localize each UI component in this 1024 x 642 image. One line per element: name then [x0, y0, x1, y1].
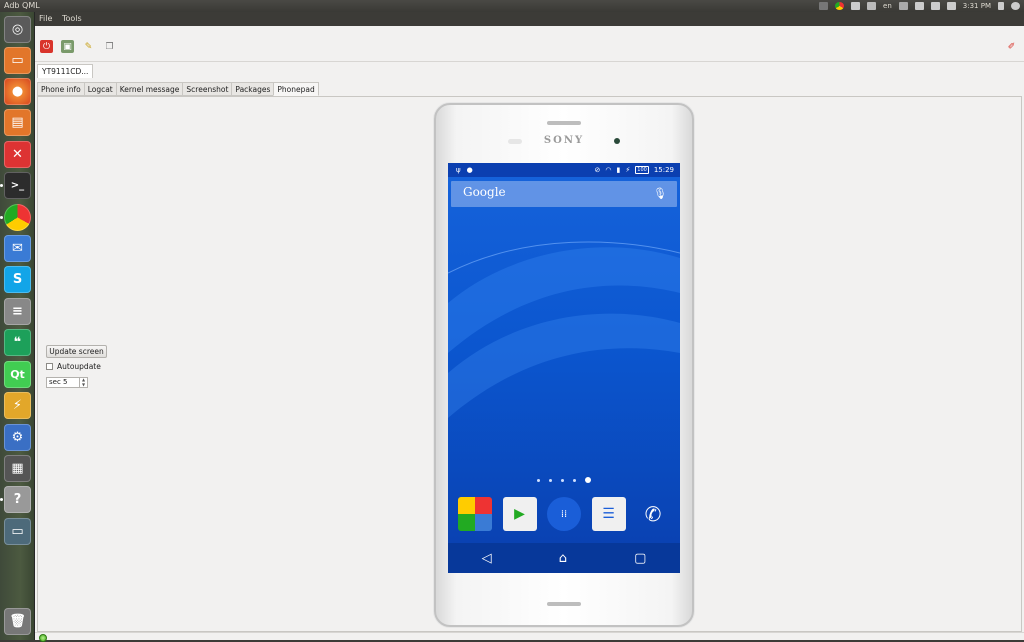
page-dot [537, 478, 540, 482]
system-top-panel: Adb QML en 3:31 PM [0, 0, 1024, 12]
volume-icon[interactable] [946, 2, 956, 10]
running-indicator [0, 498, 3, 501]
update-screen-button[interactable]: Update screen [46, 345, 107, 358]
status-bar [35, 632, 1024, 642]
phone-frame: SONY ψ ● ⊘ ◠ ▮ ⚡ 100 15:29 Google 🎙 ▶ ⁞⁞… [434, 103, 694, 627]
workspace-icon[interactable]: ▭ [4, 518, 31, 545]
google-apps-icon[interactable] [458, 497, 492, 531]
chrome-tray-icon[interactable] [835, 2, 845, 10]
autoupdate-label: Autoupdate [57, 362, 101, 371]
page-dot [561, 478, 564, 482]
google-label: Google [463, 185, 506, 199]
page-dot [573, 478, 576, 482]
window-title: Adb QML [4, 1, 40, 10]
user-icon[interactable] [998, 2, 1004, 10]
menu-file[interactable]: File [39, 14, 52, 23]
running-indicator [0, 216, 3, 219]
app-drawer-icon[interactable]: ⁞⁞ [547, 497, 581, 531]
terminal-icon[interactable]: >_ [4, 172, 31, 199]
screenshot-icon[interactable]: ▣ [61, 40, 74, 53]
phonepad-panel: Update screen Autoupdate sec 5 ▲▼ SONY [37, 96, 1022, 632]
launcher: ◎ ▭ ● ▤ ✕ >_ ✉ S ≡ ❝ Qt ⚡ ⚙ ▦ ? ▭ 🗑 [0, 12, 35, 640]
notification-icon: ● [466, 166, 473, 174]
help-icon[interactable]: ? [4, 486, 31, 513]
network-icon[interactable] [898, 2, 908, 10]
qt-creator-icon[interactable]: Qt [4, 361, 31, 388]
system-tools-icon[interactable]: ✕ [4, 141, 31, 168]
keyboard-layout[interactable]: en [883, 0, 892, 12]
phone-brand: SONY [543, 135, 585, 146]
microphone-icon[interactable]: 🎙 [653, 187, 667, 200]
tab-packages[interactable]: Packages [231, 82, 274, 96]
usb-icon: ψ [456, 166, 461, 174]
charging-icon: ⚡ [625, 166, 631, 174]
running-indicator [0, 184, 3, 187]
front-camera [614, 138, 620, 144]
recents-icon[interactable]: ▢ [634, 551, 646, 566]
page-dot [549, 478, 552, 482]
tab-bar: Phone info Logcat Kernel message Screens… [37, 82, 319, 96]
connection-status-icon [39, 634, 47, 642]
hangouts-icon[interactable]: ❝ [4, 329, 31, 356]
app-window: File Tools ⏻ ▣ ✎ ❐ ✐ YT9111CD... Phone i… [35, 12, 1024, 642]
power-icon[interactable]: ⏻ [40, 40, 53, 53]
device-tab[interactable]: YT9111CD... [37, 64, 94, 78]
play-store-icon[interactable]: ▶ [502, 497, 537, 531]
eraser-icon[interactable]: ✐ [1005, 40, 1018, 53]
menubar: File Tools [35, 12, 1024, 26]
bottom-speaker [547, 602, 581, 606]
tab-kernel-message[interactable]: Kernel message [115, 82, 183, 96]
autoupdate-checkbox[interactable]: Autoupdate [46, 362, 101, 371]
settings-icon[interactable]: ⚙ [4, 424, 31, 451]
no-sim-icon: ⊘ [594, 166, 601, 174]
messaging-icon[interactable]: ☰ [591, 497, 626, 531]
app-dock: ▶ ⁞⁞ ☰ ✆ [458, 497, 670, 533]
clock[interactable]: 3:31 PM [963, 0, 991, 12]
calculator-icon[interactable]: ▦ [4, 455, 31, 482]
menu-tools[interactable]: Tools [62, 14, 82, 23]
transfer-icon[interactable] [930, 2, 940, 10]
trash-icon[interactable]: 🗑 [4, 608, 31, 635]
tab-phonepad[interactable]: Phonepad [273, 82, 319, 96]
toolbar: ⏻ ▣ ✎ ❐ ✐ [35, 26, 1024, 62]
back-icon[interactable]: ◁ [482, 551, 492, 566]
system-tray: en 3:31 PM [819, 0, 1020, 12]
tab-phone-info[interactable]: Phone info [37, 82, 84, 96]
android-nav-bar: ◁ ⌂ ▢ [448, 543, 680, 573]
wifi-icon: ◠ [605, 166, 612, 174]
home-page-indicator [448, 477, 680, 483]
google-search-bar[interactable]: Google 🎙 [451, 181, 677, 207]
cloud-icon[interactable] [851, 2, 861, 10]
software-center-icon[interactable]: ▤ [4, 109, 31, 136]
page-dot-active [585, 477, 591, 483]
storage-icon[interactable]: ≡ [4, 298, 31, 325]
clean-icon[interactable]: ✎ [82, 40, 95, 53]
tab-logcat[interactable]: Logcat [83, 82, 116, 96]
keyboard-icon[interactable] [867, 2, 877, 10]
checkbox-box[interactable] [46, 363, 53, 370]
status-time: 15:29 [653, 166, 674, 174]
chrome-icon[interactable] [4, 204, 31, 231]
files-icon[interactable]: ▭ [4, 47, 31, 74]
gear-icon[interactable] [1011, 2, 1020, 10]
indicator-app-icon[interactable] [819, 2, 829, 10]
battery-level: 100 [635, 166, 649, 174]
ubuntu-dash-icon[interactable]: ◎ [4, 16, 31, 43]
earpiece [547, 121, 581, 125]
tab-screenshot[interactable]: Screenshot [182, 82, 232, 96]
thunderbird-icon[interactable]: ✉ [4, 235, 31, 262]
interval-value: sec 5 [49, 378, 68, 386]
flash-icon[interactable]: ⚡ [4, 392, 31, 419]
home-icon[interactable]: ⌂ [559, 551, 567, 566]
android-status-bar: ψ ● ⊘ ◠ ▮ ⚡ 100 15:29 [448, 163, 680, 177]
mail-icon[interactable] [914, 2, 924, 10]
copy-icon[interactable]: ❐ [103, 40, 116, 53]
firefox-icon[interactable]: ● [4, 78, 31, 105]
interval-spinbox[interactable]: sec 5 ▲ ▼ [46, 377, 88, 388]
phone-dialer-icon[interactable]: ✆ [636, 497, 670, 531]
signal-icon: ▮ [616, 166, 621, 174]
spin-arrows-icon[interactable]: ▲ ▼ [79, 377, 87, 387]
skype-icon[interactable]: S [4, 266, 31, 293]
phone-screen[interactable]: ψ ● ⊘ ◠ ▮ ⚡ 100 15:29 Google 🎙 ▶ ⁞⁞ ☰ ✆ … [448, 163, 680, 573]
